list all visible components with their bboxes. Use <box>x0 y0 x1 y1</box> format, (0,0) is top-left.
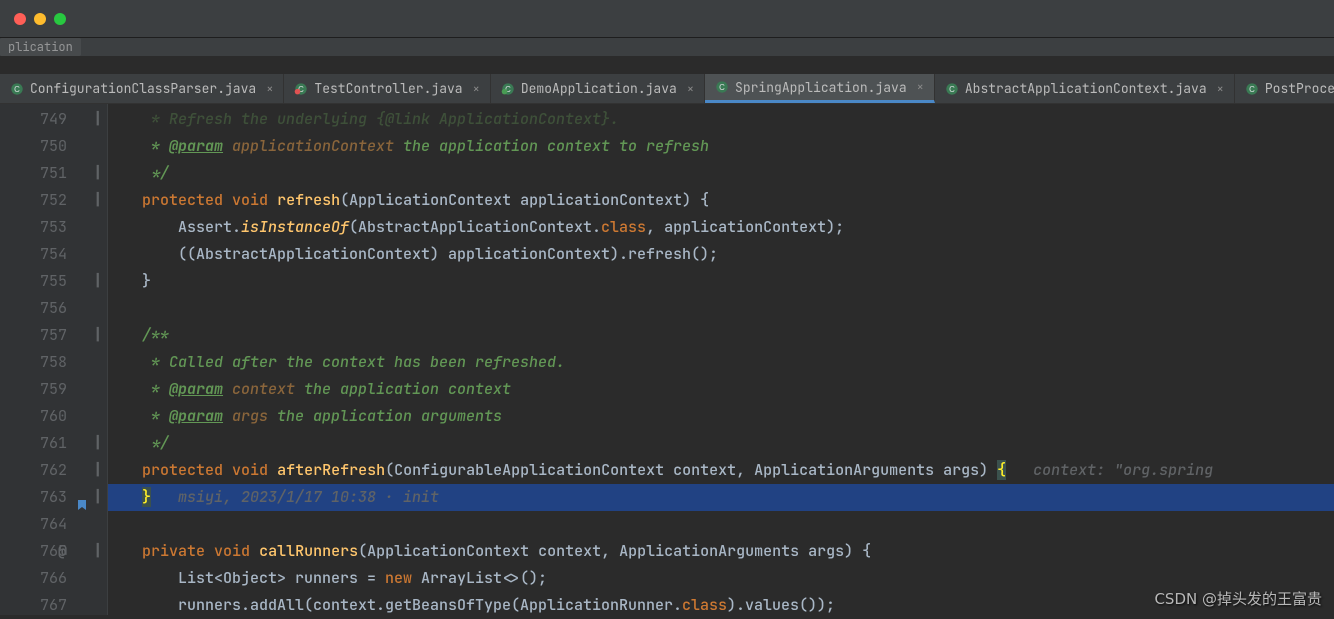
line-number[interactable]: 758 <box>0 349 107 376</box>
svg-text:C: C <box>719 83 725 92</box>
file-icon: C <box>501 82 515 96</box>
svg-text:C: C <box>949 85 955 94</box>
tab-1[interactable]: C TestController.java × <box>284 74 490 103</box>
line-number[interactable]: 752┃ <box>0 187 107 214</box>
line-number[interactable]: 751┃ <box>0 160 107 187</box>
line-number[interactable]: 761┃ <box>0 430 107 457</box>
file-icon: C <box>1245 82 1259 96</box>
close-icon[interactable]: × <box>473 81 480 97</box>
close-icon[interactable]: × <box>687 81 694 97</box>
svg-text:C: C <box>1249 85 1255 94</box>
breadcrumb[interactable]: plication <box>0 38 81 56</box>
tab-label: PostProcess <box>1265 80 1334 97</box>
line-number[interactable]: 765@┃ <box>0 538 107 565</box>
close-icon[interactable]: × <box>266 81 273 97</box>
line-number[interactable]: 759 <box>0 376 107 403</box>
tab-label: DemoApplication.java <box>521 80 677 97</box>
gutter: 749┃750751┃752┃753754755┃756757┃75875976… <box>0 104 108 615</box>
close-icon[interactable]: × <box>1217 81 1224 97</box>
breadcrumb-bar: plication <box>0 38 1334 56</box>
tab-4[interactable]: C AbstractApplicationContext.java × <box>935 74 1235 103</box>
line-number[interactable]: 753 <box>0 214 107 241</box>
window-close-icon[interactable] <box>14 13 26 25</box>
tab-label: TestController.java <box>314 80 462 97</box>
tab-label: AbstractApplicationContext.java <box>965 80 1207 97</box>
editor-tabs: C ConfigurationClassParser.java × C TestCont… <box>0 74 1334 104</box>
tab-label: ConfigurationClassParser.java <box>30 80 256 97</box>
line-number[interactable]: 754 <box>0 241 107 268</box>
file-icon: C <box>715 80 729 94</box>
line-number[interactable]: 760 <box>0 403 107 430</box>
line-number[interactable]: 763┃ <box>0 484 107 511</box>
svg-text:C: C <box>14 85 20 94</box>
titlebar <box>0 0 1334 38</box>
editor: 749┃750751┃752┃753754755┃756757┃75875976… <box>0 104 1334 615</box>
spacer <box>0 56 1334 74</box>
tab-3[interactable]: C SpringApplication.java × <box>705 74 935 103</box>
line-number[interactable]: 749┃ <box>0 106 107 133</box>
line-number[interactable]: 755┃ <box>0 268 107 295</box>
line-number[interactable]: 757┃ <box>0 322 107 349</box>
window-zoom-icon[interactable] <box>54 13 66 25</box>
line-number[interactable]: 756 <box>0 295 107 322</box>
tab-0[interactable]: C ConfigurationClassParser.java × <box>0 74 284 103</box>
bookmark-icon[interactable] <box>77 492 87 502</box>
file-icon: C <box>945 82 959 96</box>
line-number[interactable]: 750 <box>0 133 107 160</box>
code-area[interactable]: * Refresh the underlying {@link Applicat… <box>108 104 1334 615</box>
line-number[interactable]: 762┃ <box>0 457 107 484</box>
window-minimize-icon[interactable] <box>34 13 46 25</box>
file-icon: C <box>294 82 308 96</box>
file-icon: C <box>10 82 24 96</box>
line-number[interactable]: 766 <box>0 565 107 592</box>
tab-5[interactable]: C PostProcess <box>1235 74 1334 103</box>
close-icon[interactable]: × <box>917 79 924 95</box>
tab-2[interactable]: C DemoApplication.java × <box>491 74 705 103</box>
tab-label: SpringApplication.java <box>735 79 907 96</box>
line-number[interactable]: 764 <box>0 511 107 538</box>
